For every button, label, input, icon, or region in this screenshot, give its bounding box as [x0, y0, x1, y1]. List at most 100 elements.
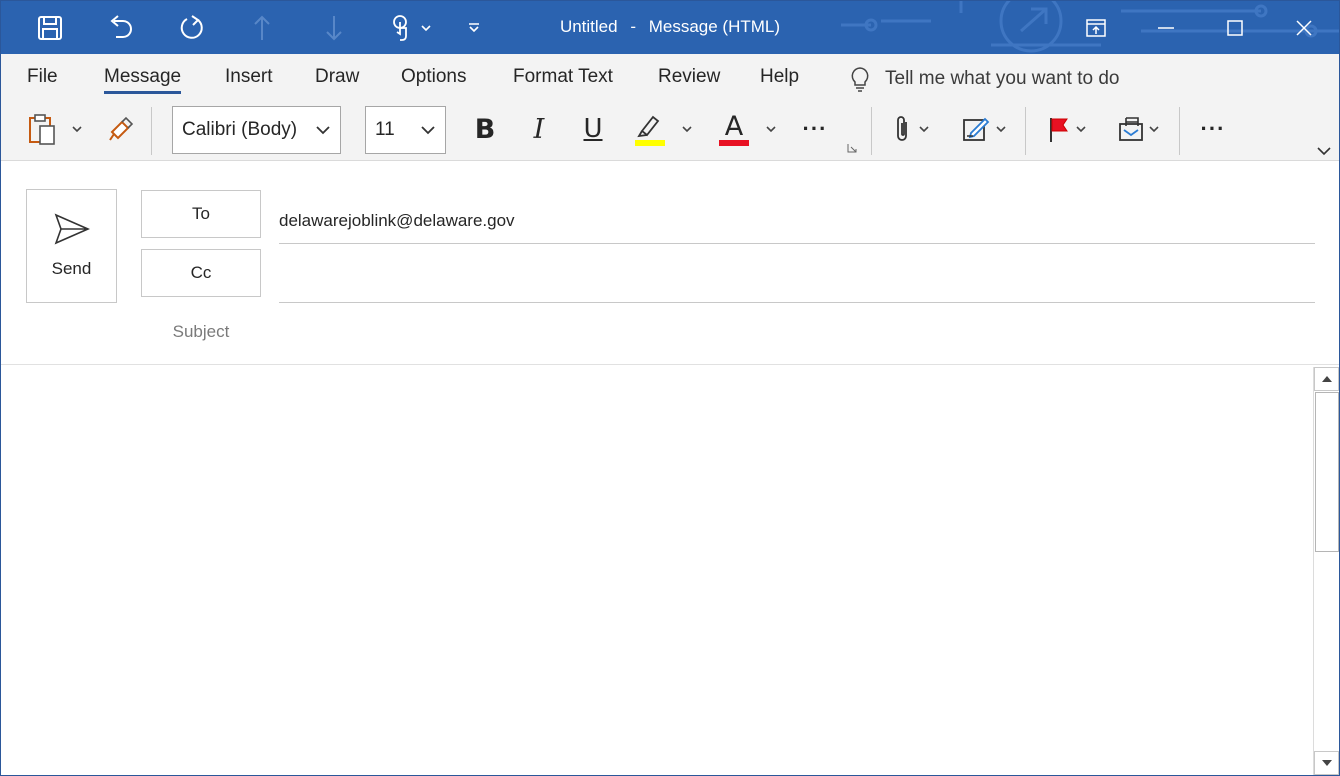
chevron-down-icon — [766, 126, 776, 133]
tab-options[interactable]: Options — [401, 66, 466, 94]
triangle-up-icon — [1321, 376, 1332, 382]
ribbon-commands: Calibri (Body) 11 B I U A ··· ··· — [1, 101, 1339, 161]
tell-me-search[interactable]: Tell me what you want to do — [849, 64, 1119, 94]
close-icon — [1296, 19, 1312, 36]
signature-button[interactable] — [959, 109, 1009, 149]
tab-format-text[interactable]: Format Text — [513, 66, 613, 94]
save-icon — [38, 16, 62, 40]
title-bar: Untitled - Message (HTML) — [1, 1, 1339, 54]
underline-button[interactable]: U — [575, 109, 611, 149]
to-button[interactable]: To — [141, 190, 261, 238]
format-painter-button[interactable] — [103, 109, 139, 149]
tab-draw[interactable]: Draw — [315, 66, 359, 94]
bold-button[interactable]: B — [467, 109, 503, 149]
ribbon-separator — [1025, 107, 1026, 155]
minimize-icon — [1158, 26, 1174, 29]
tell-me-text: Tell me what you want to do — [885, 68, 1120, 89]
font-size-dropdown[interactable]: 11 — [365, 106, 446, 154]
undo-button[interactable] — [101, 9, 139, 47]
ribbon-display-icon — [1086, 18, 1106, 37]
chevron-down-icon — [316, 125, 330, 134]
collapse-ribbon-button[interactable] — [1313, 141, 1335, 161]
scroll-up-button[interactable] — [1314, 367, 1339, 391]
cc-field[interactable] — [279, 253, 1315, 303]
next-item-button[interactable] — [319, 9, 349, 47]
tab-insert[interactable]: Insert — [225, 66, 273, 94]
compose-header: Send To Cc delawarejoblink@delaware.gov … — [1, 161, 1339, 365]
title-document: Untitled — [559, 17, 618, 36]
message-body-editor[interactable] — [1, 365, 1339, 775]
ribbon-display-options-button[interactable] — [1061, 1, 1131, 54]
chevron-down-icon — [421, 25, 431, 32]
font-color-letter: A — [724, 111, 744, 142]
chevron-down-icon — [72, 126, 82, 133]
send-button[interactable]: Send — [26, 189, 117, 303]
chevron-down-icon — [1317, 147, 1331, 156]
save-button[interactable] — [31, 9, 69, 47]
title-suffix: Message (HTML) — [648, 17, 781, 36]
attach-file-button[interactable] — [887, 109, 937, 149]
customize-qat-icon — [469, 23, 479, 33]
font-dialog-launcher[interactable] — [845, 141, 859, 155]
font-size-value: 11 — [375, 119, 395, 140]
send-label: Send — [51, 259, 92, 278]
tab-file[interactable]: File — [27, 66, 58, 94]
cc-button[interactable]: Cc — [141, 249, 261, 297]
send-icon — [54, 213, 90, 245]
view-templates-button[interactable] — [1113, 109, 1163, 149]
signature-icon — [963, 117, 990, 141]
templates-icon — [1119, 117, 1143, 141]
maximize-button[interactable] — [1200, 1, 1270, 54]
ribbon-tabs: File Message Insert Draw Options Format … — [1, 54, 1339, 101]
paperclip-icon — [897, 116, 907, 141]
ribbon-separator — [1179, 107, 1180, 155]
subject-label: Subject — [172, 322, 230, 341]
lightbulb-icon — [851, 67, 869, 92]
tab-help[interactable]: Help — [760, 66, 799, 94]
font-name-value: Calibri (Body) — [182, 119, 298, 140]
arrow-up-icon — [254, 15, 270, 40]
tab-review[interactable]: Review — [658, 66, 720, 94]
previous-item-button[interactable] — [247, 9, 277, 47]
highlight-color-button[interactable] — [629, 109, 697, 149]
scroll-thumb[interactable] — [1315, 392, 1339, 552]
scroll-down-button[interactable] — [1314, 751, 1339, 775]
chevron-down-icon — [919, 126, 929, 133]
redo-button[interactable] — [173, 9, 211, 47]
tab-message[interactable]: Message — [104, 66, 182, 94]
dialog-launcher-icon — [847, 144, 857, 153]
font-color-swatch — [719, 140, 749, 146]
vertical-scrollbar[interactable] — [1313, 367, 1339, 775]
chevron-down-icon — [1076, 126, 1086, 133]
font-color-icon: A — [717, 111, 751, 147]
more-commands-button[interactable]: ··· — [1193, 109, 1233, 149]
follow-up-flag-button[interactable] — [1041, 109, 1091, 149]
clipboard-icon — [29, 114, 55, 145]
font-name-dropdown[interactable]: Calibri (Body) — [172, 106, 341, 154]
flag-icon — [1050, 118, 1068, 142]
chevron-down-icon — [996, 126, 1006, 133]
ribbon-separator — [151, 107, 152, 155]
title-separator: - — [630, 17, 636, 36]
highlighter-icon — [635, 115, 665, 146]
chevron-down-icon — [682, 126, 692, 133]
touch-mode-button[interactable] — [385, 9, 437, 47]
more-font-options-button[interactable]: ··· — [795, 109, 835, 149]
redo-icon — [180, 15, 203, 39]
arrow-down-icon — [326, 16, 342, 41]
to-field[interactable]: delawarejoblink@delaware.gov — [279, 194, 1315, 244]
format-painter-icon — [109, 116, 134, 141]
customize-qat-button[interactable] — [461, 9, 487, 47]
font-color-button[interactable]: A — [713, 109, 781, 149]
close-button[interactable] — [1269, 1, 1339, 54]
touch-mode-icon — [393, 15, 407, 41]
maximize-icon — [1227, 19, 1243, 36]
minimize-button[interactable] — [1131, 1, 1201, 54]
message-window: Untitled - Message (HTML) File Message I… — [0, 0, 1340, 776]
paste-button[interactable] — [19, 109, 89, 149]
subject-field[interactable] — [279, 311, 1315, 355]
chevron-down-icon — [421, 125, 435, 134]
italic-button[interactable]: I — [521, 109, 557, 149]
ribbon-separator — [871, 107, 872, 155]
chevron-down-icon — [1149, 126, 1159, 133]
